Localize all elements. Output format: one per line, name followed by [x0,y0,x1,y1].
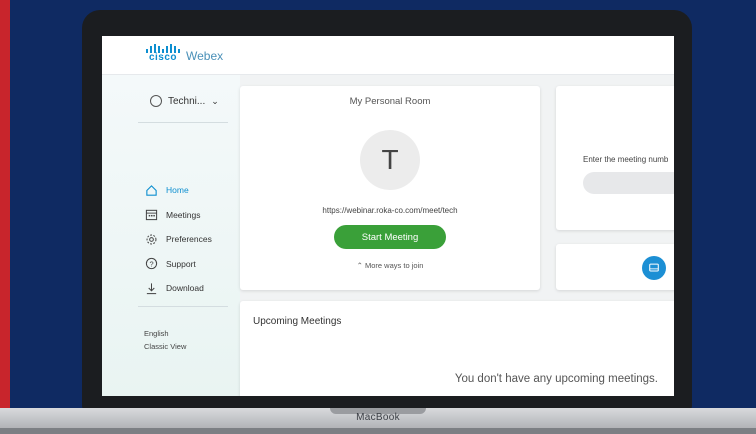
macbook-label: MacBook [356,412,400,423]
sidebar-divider [138,306,228,307]
personal-room-avatar: T [360,130,420,190]
user-avatar-icon [150,95,162,107]
personal-room-title: My Personal Room [349,96,431,107]
personal-room-url[interactable]: https://webinar.roka-co.com/meet/tech [240,206,540,215]
cisco-wordmark: cisco [148,51,178,63]
sidebar-item-download[interactable]: Download [144,276,212,301]
sidebar-item-label: Support [166,258,196,269]
sidebar-item-preferences[interactable]: Preferences [144,227,212,252]
download-icon [144,281,158,295]
gear-icon [144,232,158,246]
main-content: My Personal Room T https://webinar.roka-… [240,75,674,396]
sidebar-nav: Home Meetings Preferences ? Support Down… [144,178,212,301]
svg-text:?: ? [149,260,153,269]
sidebar-item-label: Home [166,185,189,196]
home-icon [144,183,158,197]
quick-action-card [556,244,674,290]
sidebar-item-label: Meetings [166,209,201,220]
personal-room-card: My Personal Room T https://webinar.roka-… [240,86,540,290]
device-connect-button[interactable] [642,256,666,280]
upcoming-meetings-card: Upcoming Meetings You don't have any upc… [240,301,674,396]
sidebar-item-support[interactable]: ? Support [144,252,212,277]
meeting-number-input[interactable] [583,172,674,194]
sidebar-item-label: Preferences [166,234,212,245]
laptop-screen: cisco Webex Techni... ⌄ Home Meetings Pr… [102,36,674,396]
red-side-stripe [0,0,10,434]
laptop-base-lip [0,428,756,434]
app-header: cisco Webex [102,36,674,75]
language-link[interactable]: English [144,327,186,340]
sidebar-item-home[interactable]: Home [144,178,212,203]
classic-view-link[interactable]: Classic View [144,340,186,353]
no-upcoming-meetings-message: You don't have any upcoming meetings. [454,373,658,385]
start-meeting-button[interactable]: Start Meeting [334,225,446,249]
user-selector[interactable]: Techni... ⌄ [150,95,219,107]
cisco-webex-logo[interactable]: cisco Webex [146,43,223,63]
sidebar-divider [138,122,228,123]
chevron-up-icon: ⌃ [356,261,363,270]
cisco-logo: cisco [146,43,180,63]
sidebar-footer: English Classic View [144,327,186,353]
chevron-down-icon: ⌄ [211,95,219,106]
sidebar-item-label: Download [166,283,204,294]
join-meeting-label: Enter the meeting numb [583,155,669,164]
sidebar-item-meetings[interactable]: Meetings [144,203,212,228]
help-icon: ? [144,257,158,271]
more-ways-label: More ways to join [365,261,424,270]
user-name: Techni... [168,95,206,107]
webex-wordmark: Webex [186,49,224,63]
sidebar: Techni... ⌄ Home Meetings Preferences ? … [102,75,240,396]
more-ways-to-join-link[interactable]: ⌃ More ways to join [240,261,540,270]
join-meeting-card: Enter the meeting numb [556,86,674,230]
screen-icon [649,263,659,272]
upcoming-meetings-title: Upcoming Meetings [253,316,342,327]
calendar-icon [144,208,158,222]
